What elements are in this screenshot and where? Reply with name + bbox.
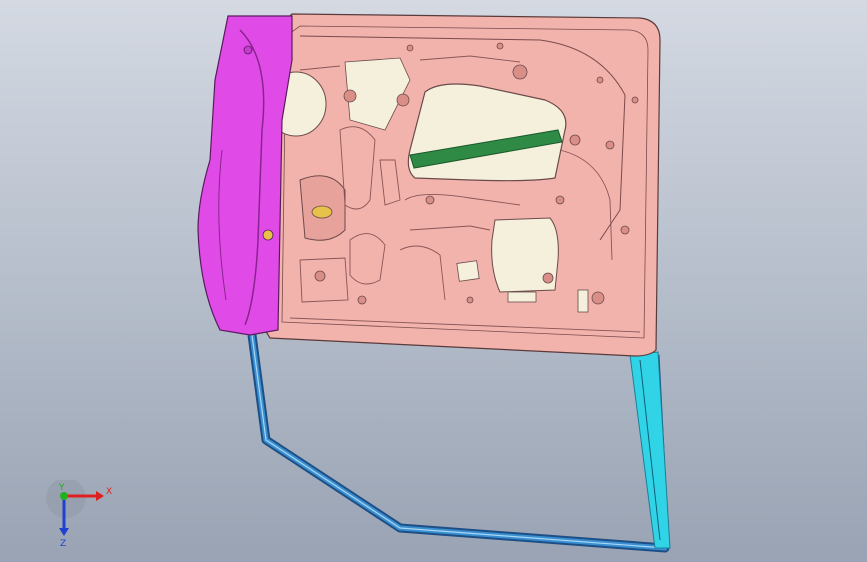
clip-pad (507, 291, 537, 303)
handle-pocket-inner (311, 205, 333, 219)
latch-pad (577, 289, 589, 313)
z-axis-label: Z (60, 539, 66, 549)
hinge-reinforcement[interactable] (197, 15, 293, 336)
hinge-hole (262, 229, 274, 241)
window-frame-outer-edge (247, 334, 670, 553)
window-frame-inner-edge (251, 334, 666, 549)
window-frame-mid-edge (249, 334, 668, 551)
door-inner-panel[interactable] (264, 13, 661, 357)
y-axis-dot-icon (60, 492, 68, 500)
cad-3d-viewport[interactable] (0, 0, 867, 562)
y-axis-label: Y (58, 483, 65, 493)
small-cutout (456, 260, 480, 282)
z-axis-arrow-icon (59, 528, 69, 536)
hinge-reinforcement-body (197, 15, 293, 336)
coordinate-triad: X Y Z (44, 478, 124, 550)
window-frame[interactable] (247, 334, 671, 553)
hinge-hole-2 (243, 45, 253, 55)
x-axis-arrow-icon (96, 491, 104, 501)
x-axis-label: X (106, 487, 112, 497)
